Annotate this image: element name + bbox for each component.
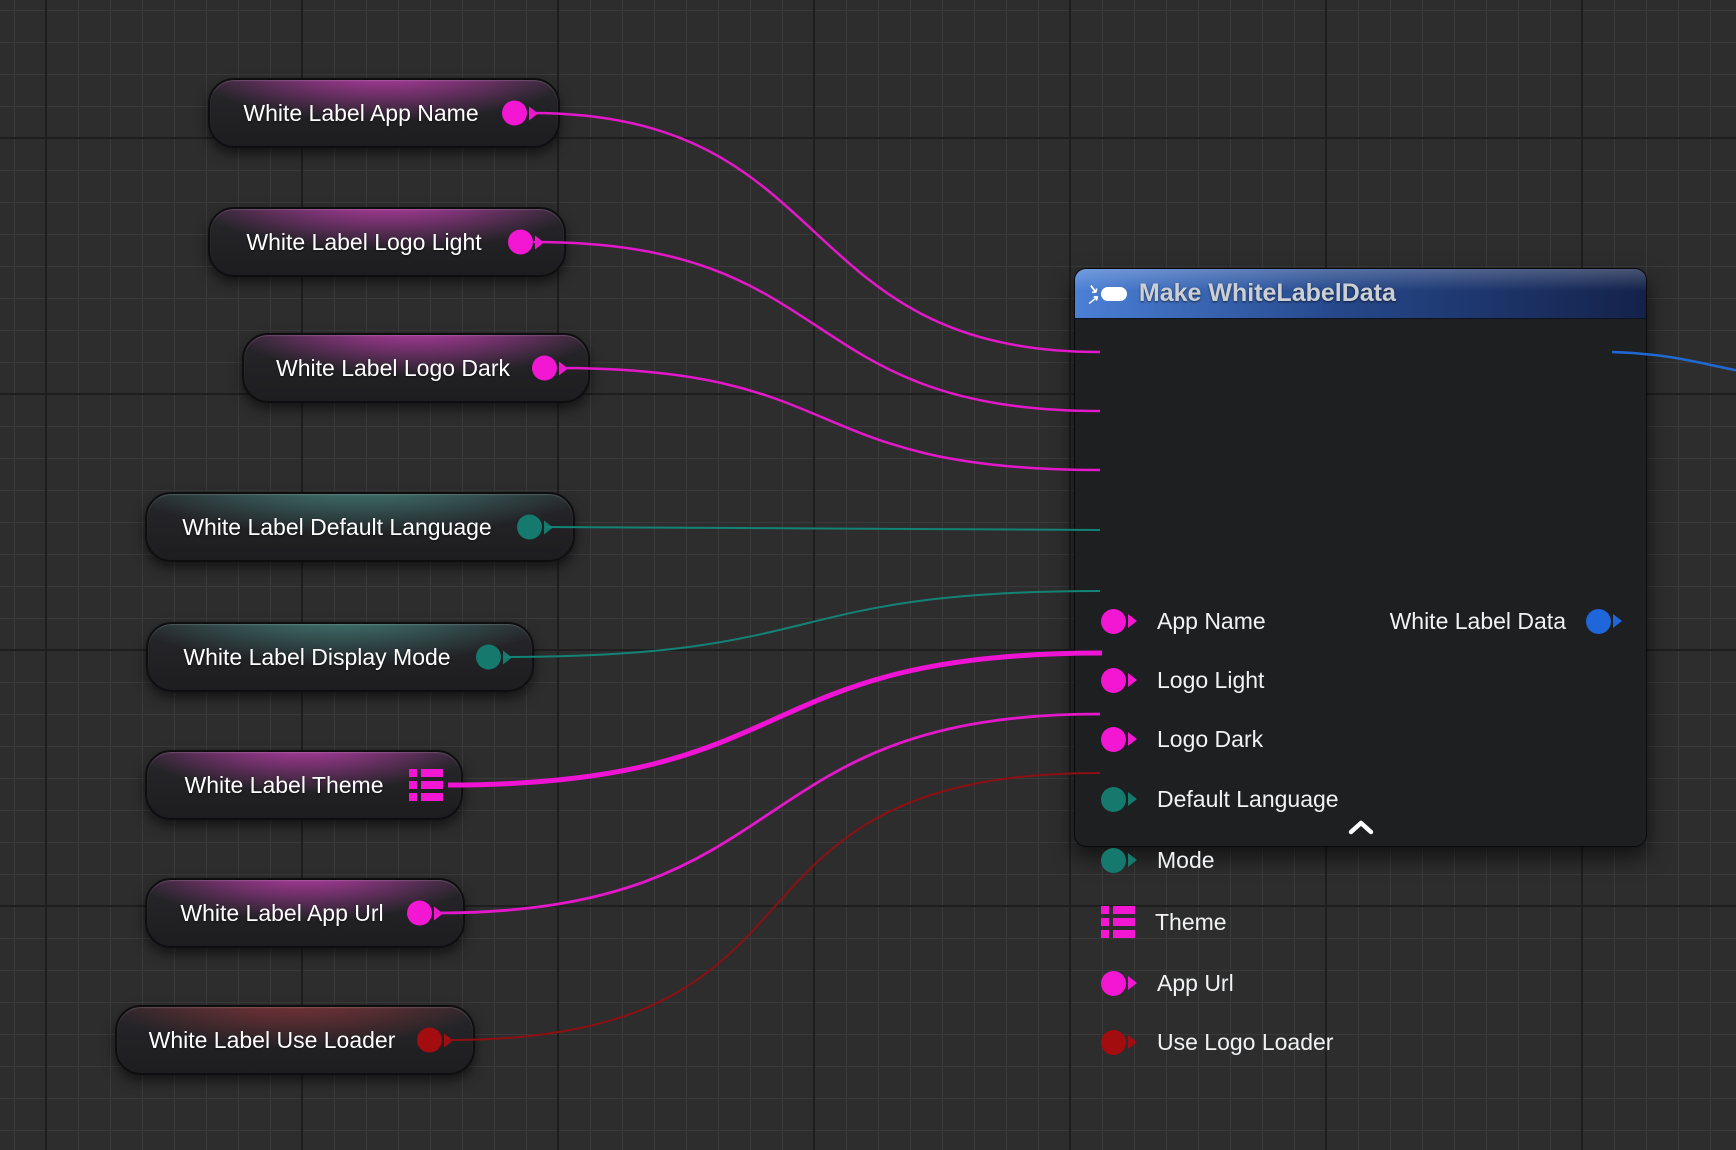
node-label: White Label Use Loader — [131, 1027, 460, 1054]
node-label: White Label Logo Light — [228, 229, 545, 256]
pin-row-app-name: App Name — [1101, 591, 1266, 651]
output-pin-icon[interactable] — [1586, 609, 1622, 634]
wire-app-name[interactable] — [531, 113, 1100, 352]
pin-label: Default Language — [1157, 786, 1339, 813]
wire-app-url[interactable] — [436, 714, 1100, 913]
chevron-up-icon[interactable] — [1343, 816, 1379, 838]
output-pin-icon[interactable] — [532, 356, 568, 381]
make-node-header[interactable]: ↘↗ Make WhiteLabelData — [1075, 269, 1646, 319]
wire-logo-dark[interactable] — [559, 368, 1100, 470]
output-pin-icon[interactable] — [502, 101, 538, 126]
wire-default-language[interactable] — [546, 527, 1100, 530]
pin-row-white-label-data: White Label Data — [1390, 591, 1622, 651]
wire-theme[interactable] — [448, 653, 1102, 785]
node-white-label-logo-dark[interactable]: White Label Logo Dark — [242, 333, 590, 403]
node-white-label-logo-light[interactable]: White Label Logo Light — [208, 207, 566, 277]
wire-mode[interactable] — [503, 591, 1100, 657]
node-white-label-default-language[interactable]: White Label Default Language — [145, 492, 575, 562]
wire-use-logo-loader[interactable] — [449, 773, 1100, 1040]
node-title: Make WhiteLabelData — [1139, 279, 1396, 308]
node-label: White Label Logo Dark — [258, 355, 574, 382]
node-white-label-app-name[interactable]: White Label App Name — [208, 78, 560, 148]
input-pin-icon[interactable] — [1101, 1030, 1137, 1055]
blueprint-graph-canvas[interactable]: White Label App Name White Label Logo Li… — [0, 0, 1736, 1150]
input-pin-icon[interactable] — [1101, 971, 1137, 996]
pin-label: White Label Data — [1390, 608, 1566, 635]
node-label: White Label Display Mode — [165, 644, 514, 671]
pin-label: Logo Dark — [1157, 726, 1263, 753]
pin-row-theme: Theme — [1101, 892, 1227, 952]
pin-row-use-logo-loader: Use Logo Loader — [1101, 1012, 1333, 1072]
node-label: White Label Theme — [166, 772, 441, 799]
pin-label: Use Logo Loader — [1157, 1029, 1333, 1056]
struct-grid-pin-icon[interactable] — [409, 769, 443, 801]
input-pin-icon[interactable] — [1101, 609, 1137, 634]
node-make-whitelabeldata[interactable]: ↘↗ Make WhiteLabelData App Name Logo Lig… — [1074, 268, 1647, 847]
node-label: White Label App Name — [225, 100, 542, 127]
pin-row-mode: Mode — [1101, 830, 1215, 890]
output-pin-icon[interactable] — [407, 901, 443, 926]
pin-label: App Url — [1157, 970, 1234, 997]
input-pin-icon[interactable] — [1101, 727, 1137, 752]
output-pin-icon[interactable] — [508, 230, 544, 255]
wire-logo-light[interactable] — [534, 242, 1100, 411]
node-white-label-display-mode[interactable]: White Label Display Mode — [146, 622, 534, 692]
output-pin-icon[interactable] — [517, 515, 553, 540]
output-pin-icon[interactable] — [476, 645, 512, 670]
pin-label: Theme — [1155, 909, 1227, 936]
pin-label: Logo Light — [1157, 667, 1264, 694]
make-struct-icon: ↘↗ — [1087, 283, 1127, 305]
pin-row-logo-light: Logo Light — [1101, 650, 1264, 710]
node-label: White Label App Url — [162, 900, 447, 927]
input-pin-icon[interactable] — [1101, 668, 1137, 693]
input-pin-icon[interactable] — [1101, 848, 1137, 873]
pin-label: Mode — [1157, 847, 1215, 874]
pin-row-logo-dark: Logo Dark — [1101, 709, 1263, 769]
node-white-label-theme[interactable]: White Label Theme — [145, 750, 463, 820]
output-pin-icon[interactable] — [417, 1028, 453, 1053]
struct-grid-pin-icon[interactable] — [1101, 906, 1135, 938]
node-label: White Label Default Language — [164, 514, 555, 541]
node-white-label-app-url[interactable]: White Label App Url — [145, 878, 465, 948]
input-pin-icon[interactable] — [1101, 787, 1137, 812]
pin-row-app-url: App Url — [1101, 953, 1234, 1013]
pin-label: App Name — [1157, 608, 1266, 635]
node-white-label-use-loader[interactable]: White Label Use Loader — [115, 1005, 475, 1075]
pin-row-default-language: Default Language — [1101, 769, 1339, 829]
